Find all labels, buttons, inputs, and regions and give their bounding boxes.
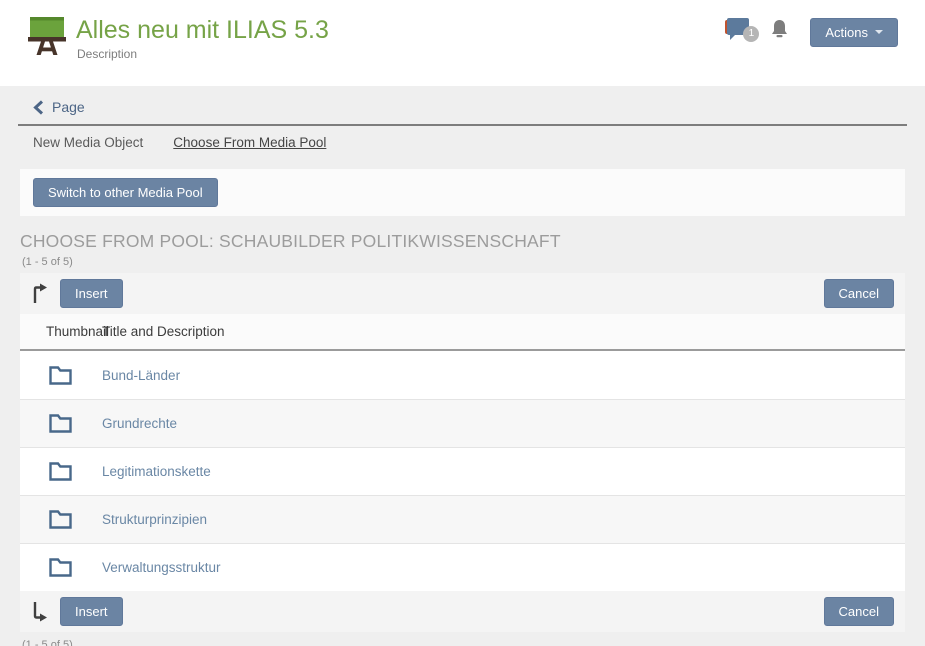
comments-icon[interactable]: 1 [722,17,759,47]
column-header-thumbnail: Thumbnail [20,324,102,339]
page-title: Alles neu mit ILIAS 5.3 [76,15,329,45]
subtab-bar: New Media Object Choose From Media Pool [0,126,925,163]
table-toolbar-bottom: Insert Cancel [20,591,905,632]
page-subtitle: Description [77,47,329,61]
cancel-button-top[interactable]: Cancel [824,279,894,308]
column-header-title: Title and Description [102,324,905,339]
insert-button-top[interactable]: Insert [60,279,123,308]
media-item-link[interactable]: Grundrechte [102,416,905,431]
tab-choose-from-media-pool[interactable]: Choose From Media Pool [173,135,326,150]
header: Alles neu mit ILIAS 5.3 Description 1 Ac… [0,0,925,86]
folder-icon [20,366,102,385]
bell-icon[interactable] [771,19,788,45]
speech-bubble-tail [730,34,736,40]
table-row: Grundrechte [20,399,905,447]
folder-icon [20,462,102,481]
table-row: Verwaltungsstruktur [20,543,905,591]
notification-badge: 1 [743,26,759,42]
table-row: Strukturprinzipien [20,495,905,543]
arrow-up-right-icon [31,283,48,304]
media-item-link[interactable]: Legitimationskette [102,464,905,479]
table-body: Bund-Länder Grundrechte Legitimationsket… [20,351,905,591]
tab-new-media-object[interactable]: New Media Object [33,135,143,150]
result-range-top: (1 - 5 of 5) [22,256,903,268]
table-header-row: Thumbnail Title and Description [20,314,905,351]
actions-button-label: Actions [825,25,868,40]
insert-button-bottom[interactable]: Insert [60,597,123,626]
media-item-link[interactable]: Verwaltungsstruktur [102,560,905,575]
pool-heading: CHOOSE FROM POOL: SCHAUBILDER POLITIKWIS… [20,231,905,252]
caret-down-icon [875,30,883,34]
switch-media-pool-button[interactable]: Switch to other Media Pool [33,178,218,207]
pool-toolbar: Switch to other Media Pool [20,169,905,216]
title-block: Alles neu mit ILIAS 5.3 Description [76,15,329,61]
media-item-link[interactable]: Bund-Länder [102,368,905,383]
actions-button[interactable]: Actions [810,18,898,47]
folder-icon [20,558,102,577]
course-board-icon [27,14,67,61]
result-range-bottom: (1 - 5 of 5) [22,639,903,646]
back-link[interactable]: Page [0,86,925,124]
cancel-button-bottom[interactable]: Cancel [824,597,894,626]
chevron-left-icon [33,100,44,115]
ilias-page: Alles neu mit ILIAS 5.3 Description 1 Ac… [0,0,925,646]
media-item-link[interactable]: Strukturprinzipien [102,512,905,527]
media-pool-table: Insert Cancel Thumbnail Title and Descri… [20,273,905,632]
header-actions: 1 Actions [722,17,898,47]
back-link-label: Page [52,99,85,115]
table-row: Bund-Länder [20,351,905,399]
table-row: Legitimationskette [20,447,905,495]
table-toolbar-top: Insert Cancel [20,273,905,314]
folder-icon [20,510,102,529]
folder-icon [20,414,102,433]
arrow-down-right-icon [31,601,48,622]
